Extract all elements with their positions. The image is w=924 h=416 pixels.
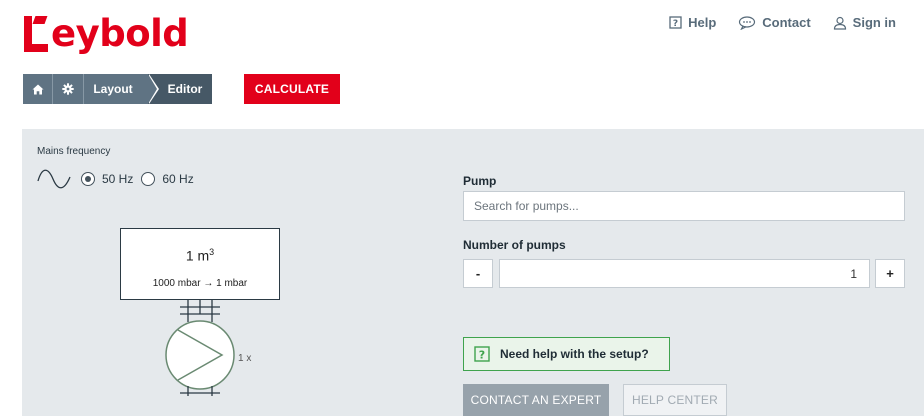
contact-expert-button[interactable]: CONTACT AN EXPERT [463,384,609,416]
sign-in-label: Sign in [852,15,896,30]
mains-frequency-label: Mains frequency [37,146,111,157]
help-icon: ? [669,16,682,29]
calculate-button[interactable]: CALCULATE [244,74,340,104]
user-icon [833,16,846,30]
home-icon [32,84,43,94]
radio-50hz-label[interactable]: 50 Hz [102,172,133,186]
leybold-logo[interactable]: eybold [24,8,189,55]
breadcrumb-settings[interactable] [53,74,84,104]
svg-text:?: ? [479,349,485,362]
vacuum-chamber[interactable]: 1 m3 1000 mbar → 1 mbar [120,228,280,300]
decrement-button[interactable]: - [463,259,493,288]
breadcrumb-layout[interactable]: Layout [84,74,159,104]
radio-50hz[interactable] [81,172,95,186]
contact-link-label: Contact [762,15,811,30]
help-icon: ? [474,346,490,362]
header: eybold ? Help Contact Sign in [0,0,924,60]
setup-help-box[interactable]: ? Need help with the setup? [463,337,670,371]
help-center-button[interactable]: HELP CENTER [623,384,727,416]
chat-bubble-icon [739,15,756,30]
editor-panel: Mains frequency 50 Hz 60 Hz 1 m3 1000 mb… [22,129,924,416]
chamber-pressure-range: 1000 mbar → 1 mbar [152,278,248,289]
logo-text: eybold [51,12,189,55]
setup-help-text: Need help with the setup? [500,347,649,361]
help-link-label: Help [688,15,717,30]
chamber-volume: 1 m3 [185,247,215,264]
mains-frequency-selector: 50 Hz 60 Hz [37,169,202,189]
radio-60hz-label[interactable]: 60 Hz [162,172,193,186]
number-of-pumps-input[interactable] [499,259,870,288]
breadcrumb-home[interactable] [23,74,53,104]
help-link[interactable]: ? Help [669,15,716,30]
gear-icon [62,83,74,95]
number-of-pumps-label: Number of pumps [463,238,566,252]
pump-search-input[interactable] [463,191,905,221]
radio-60hz[interactable] [141,172,156,186]
pump-symbol-icon[interactable] [158,300,242,400]
pump-field-label: Pump [463,174,497,188]
svg-text:?: ? [673,19,678,29]
increment-button[interactable]: + [875,259,905,288]
page: eybold ? Help Contact Sign in Layout Edi… [0,0,924,416]
sign-in-link[interactable]: Sign in [833,15,896,30]
breadcrumb: Layout Editor [23,74,212,104]
pump-count-label: 1 x [238,353,252,364]
sine-wave-icon [37,169,71,189]
top-nav: ? Help Contact Sign in [669,15,896,30]
logo-mark [24,14,50,54]
contact-link[interactable]: Contact [738,15,811,30]
